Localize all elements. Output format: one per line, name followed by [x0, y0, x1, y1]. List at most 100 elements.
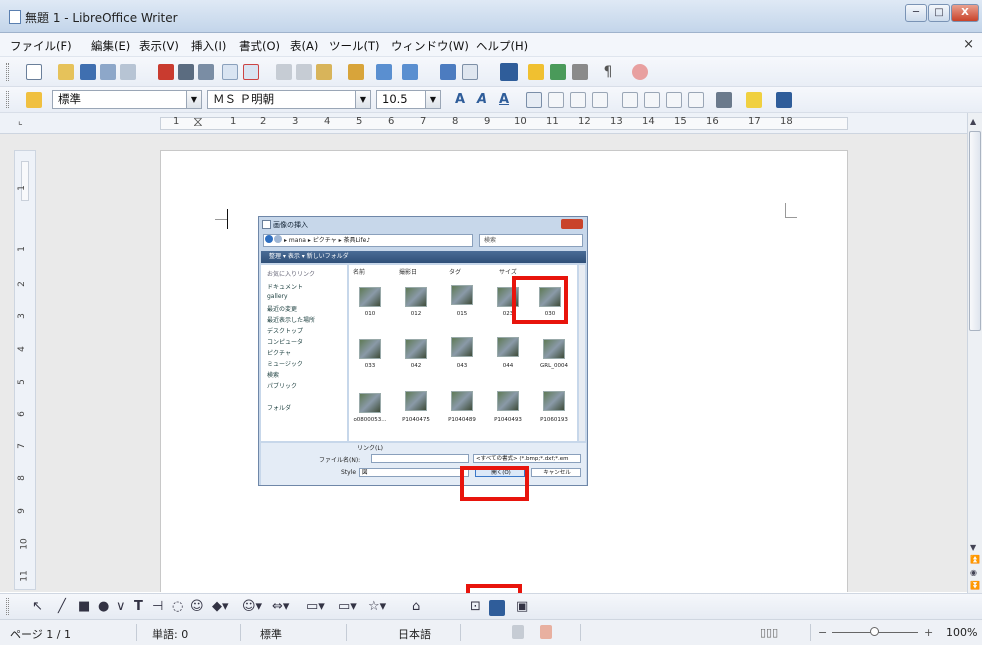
navigation-icon[interactable]: ◉ — [970, 568, 977, 577]
next-page-icon[interactable]: ⏬ — [970, 581, 980, 590]
callout-icon[interactable]: ⊣ — [152, 599, 163, 615]
toolbar-grip[interactable] — [6, 598, 9, 615]
zoom-out-icon[interactable]: − — [818, 626, 827, 639]
file-label[interactable]: 012 — [396, 311, 436, 317]
toolbar-grip[interactable] — [6, 63, 9, 81]
close-button[interactable]: X — [951, 4, 979, 22]
maximize-button[interactable]: □ — [928, 4, 950, 22]
file-label[interactable]: P1040493 — [488, 417, 528, 423]
chevron-down-icon[interactable]: ▼ — [425, 91, 440, 108]
scrollbar-thumb[interactable] — [969, 131, 981, 331]
command-bar-label[interactable]: 整理 ▾ 表示 ▾ 新しいフォルダ — [269, 253, 349, 260]
export-pdf-icon[interactable] — [158, 64, 174, 80]
nav-item[interactable]: コンピュータ — [267, 337, 303, 346]
paste-icon[interactable] — [316, 64, 332, 80]
increase-indent-icon[interactable] — [688, 92, 704, 108]
previous-page-icon[interactable]: ⏫ — [970, 555, 980, 564]
numbering-icon[interactable] — [622, 92, 638, 108]
file-label[interactable]: 043 — [442, 363, 482, 369]
vertical-scrollbar[interactable]: ▲ ▼ ⏫ ◉ ⏬ — [967, 113, 982, 593]
nav-item[interactable]: 最近の変更 — [267, 304, 297, 313]
address-bar[interactable]: ▸ mana ▸ ピクチャ ▸ 茶具Life♪ — [263, 234, 473, 247]
open-icon[interactable] — [58, 64, 74, 80]
align-center-icon[interactable] — [548, 92, 564, 108]
file-thumbnail[interactable] — [405, 339, 427, 359]
scroll-up-icon[interactable]: ▲ — [970, 117, 976, 126]
zoom-level[interactable]: 100% — [946, 626, 977, 639]
new-document-icon[interactable] — [26, 64, 42, 80]
file-label[interactable]: P1060193 — [534, 417, 574, 423]
file-label[interactable]: 042 — [396, 363, 436, 369]
toolbar-grip[interactable] — [6, 91, 9, 108]
autospellcheck-icon[interactable] — [243, 64, 259, 80]
close-document-icon[interactable]: × — [963, 37, 974, 52]
vertical-ruler[interactable]: 1 1 2 3 4 5 6 7 8 9 10 11 — [14, 150, 36, 590]
italic-icon[interactable]: A — [474, 92, 490, 108]
file-thumbnail[interactable] — [543, 391, 565, 411]
undo-icon[interactable] — [376, 64, 392, 80]
flowchart-icon[interactable]: ▭▾ — [306, 599, 325, 615]
gallery-icon[interactable] — [550, 64, 566, 80]
file-thumbnail[interactable] — [359, 393, 381, 413]
menu-insert[interactable]: 挿入(I) — [191, 38, 226, 54]
data-sources-icon[interactable] — [572, 64, 588, 80]
nav-item[interactable]: ミュージック — [267, 359, 303, 368]
decrease-indent-icon[interactable] — [666, 92, 682, 108]
underline-icon[interactable]: A — [496, 92, 512, 108]
document-modified-icon[interactable] — [540, 625, 552, 639]
ellipse-icon[interactable]: ● — [98, 599, 109, 615]
save-icon[interactable] — [80, 64, 96, 80]
rectangle-icon[interactable]: ■ — [78, 599, 90, 615]
file-thumbnail[interactable] — [451, 337, 473, 357]
menu-edit[interactable]: 編集(E) — [91, 38, 130, 54]
curve-icon[interactable]: ∨ — [116, 599, 126, 615]
print-icon[interactable] — [178, 64, 194, 80]
menu-file[interactable]: ファイル(F) — [10, 38, 72, 54]
justify-icon[interactable] — [592, 92, 608, 108]
file-list-scrollbar[interactable] — [579, 265, 585, 441]
file-label[interactable]: 010 — [350, 311, 390, 317]
filename-input[interactable] — [371, 454, 469, 463]
clone-format-icon[interactable] — [348, 64, 364, 80]
horizontal-ruler[interactable]: ⌞ 1 ⧖ 1 2 3 4 5 6 7 8 9 10 11 12 13 14 1… — [0, 113, 982, 134]
zoom-in-icon[interactable]: + — [924, 626, 933, 639]
align-left-icon[interactable] — [526, 92, 542, 108]
navigation-pane[interactable]: お気に入りリンク ドキュメント gallery 最近の変更 最近表示した場所 デ… — [261, 265, 347, 441]
file-type-select[interactable]: <すべての書式> (*.bmp;*.dxf;*.em — [473, 454, 581, 463]
cut-icon[interactable] — [276, 64, 292, 80]
file-label[interactable]: 044 — [488, 363, 528, 369]
extrusion-icon[interactable]: ▣ — [516, 599, 528, 615]
nav-item[interactable]: パブリック — [267, 381, 297, 390]
column-header[interactable]: サイズ — [499, 267, 517, 276]
folders-label[interactable]: フォルダ — [267, 403, 291, 412]
nav-item[interactable]: gallery — [267, 293, 288, 300]
forward-icon[interactable] — [274, 235, 282, 243]
file-thumbnail[interactable] — [543, 339, 565, 359]
navigator-icon[interactable] — [528, 64, 544, 80]
menu-window[interactable]: ウィンドウ(W) — [391, 38, 469, 54]
paragraph-style-select[interactable]: 標準 ▼ — [52, 90, 202, 109]
file-label[interactable]: o0800053... — [350, 417, 390, 423]
bullets-icon[interactable] — [644, 92, 660, 108]
hyperlink-icon[interactable] — [440, 64, 456, 80]
column-header[interactable]: 名前 — [353, 267, 365, 276]
file-thumbnail[interactable] — [497, 337, 519, 357]
formatting-marks-icon[interactable]: ¶ — [600, 64, 616, 80]
font-size-select[interactable]: 10.5 ▼ — [376, 90, 441, 109]
nav-item[interactable]: 最近表示した場所 — [267, 315, 315, 324]
file-label[interactable]: P1040489 — [442, 417, 482, 423]
file-thumbnail[interactable] — [359, 339, 381, 359]
block-arrows-icon[interactable]: ⇔▾ — [272, 599, 289, 615]
table-icon[interactable] — [462, 64, 478, 80]
file-thumbnail[interactable] — [405, 287, 427, 307]
file-thumbnail[interactable] — [359, 287, 381, 307]
points-icon[interactable]: ⌂ — [412, 599, 420, 615]
file-thumbnail[interactable] — [451, 391, 473, 411]
chevron-down-icon[interactable]: ▼ — [355, 91, 370, 108]
redo-icon[interactable] — [402, 64, 418, 80]
edit-file-icon[interactable] — [100, 64, 116, 80]
file-thumbnail[interactable] — [405, 391, 427, 411]
spellcheck-icon[interactable] — [222, 64, 238, 80]
menu-view[interactable]: 表示(V) — [139, 38, 179, 54]
menu-table[interactable]: 表(A) — [290, 38, 318, 54]
